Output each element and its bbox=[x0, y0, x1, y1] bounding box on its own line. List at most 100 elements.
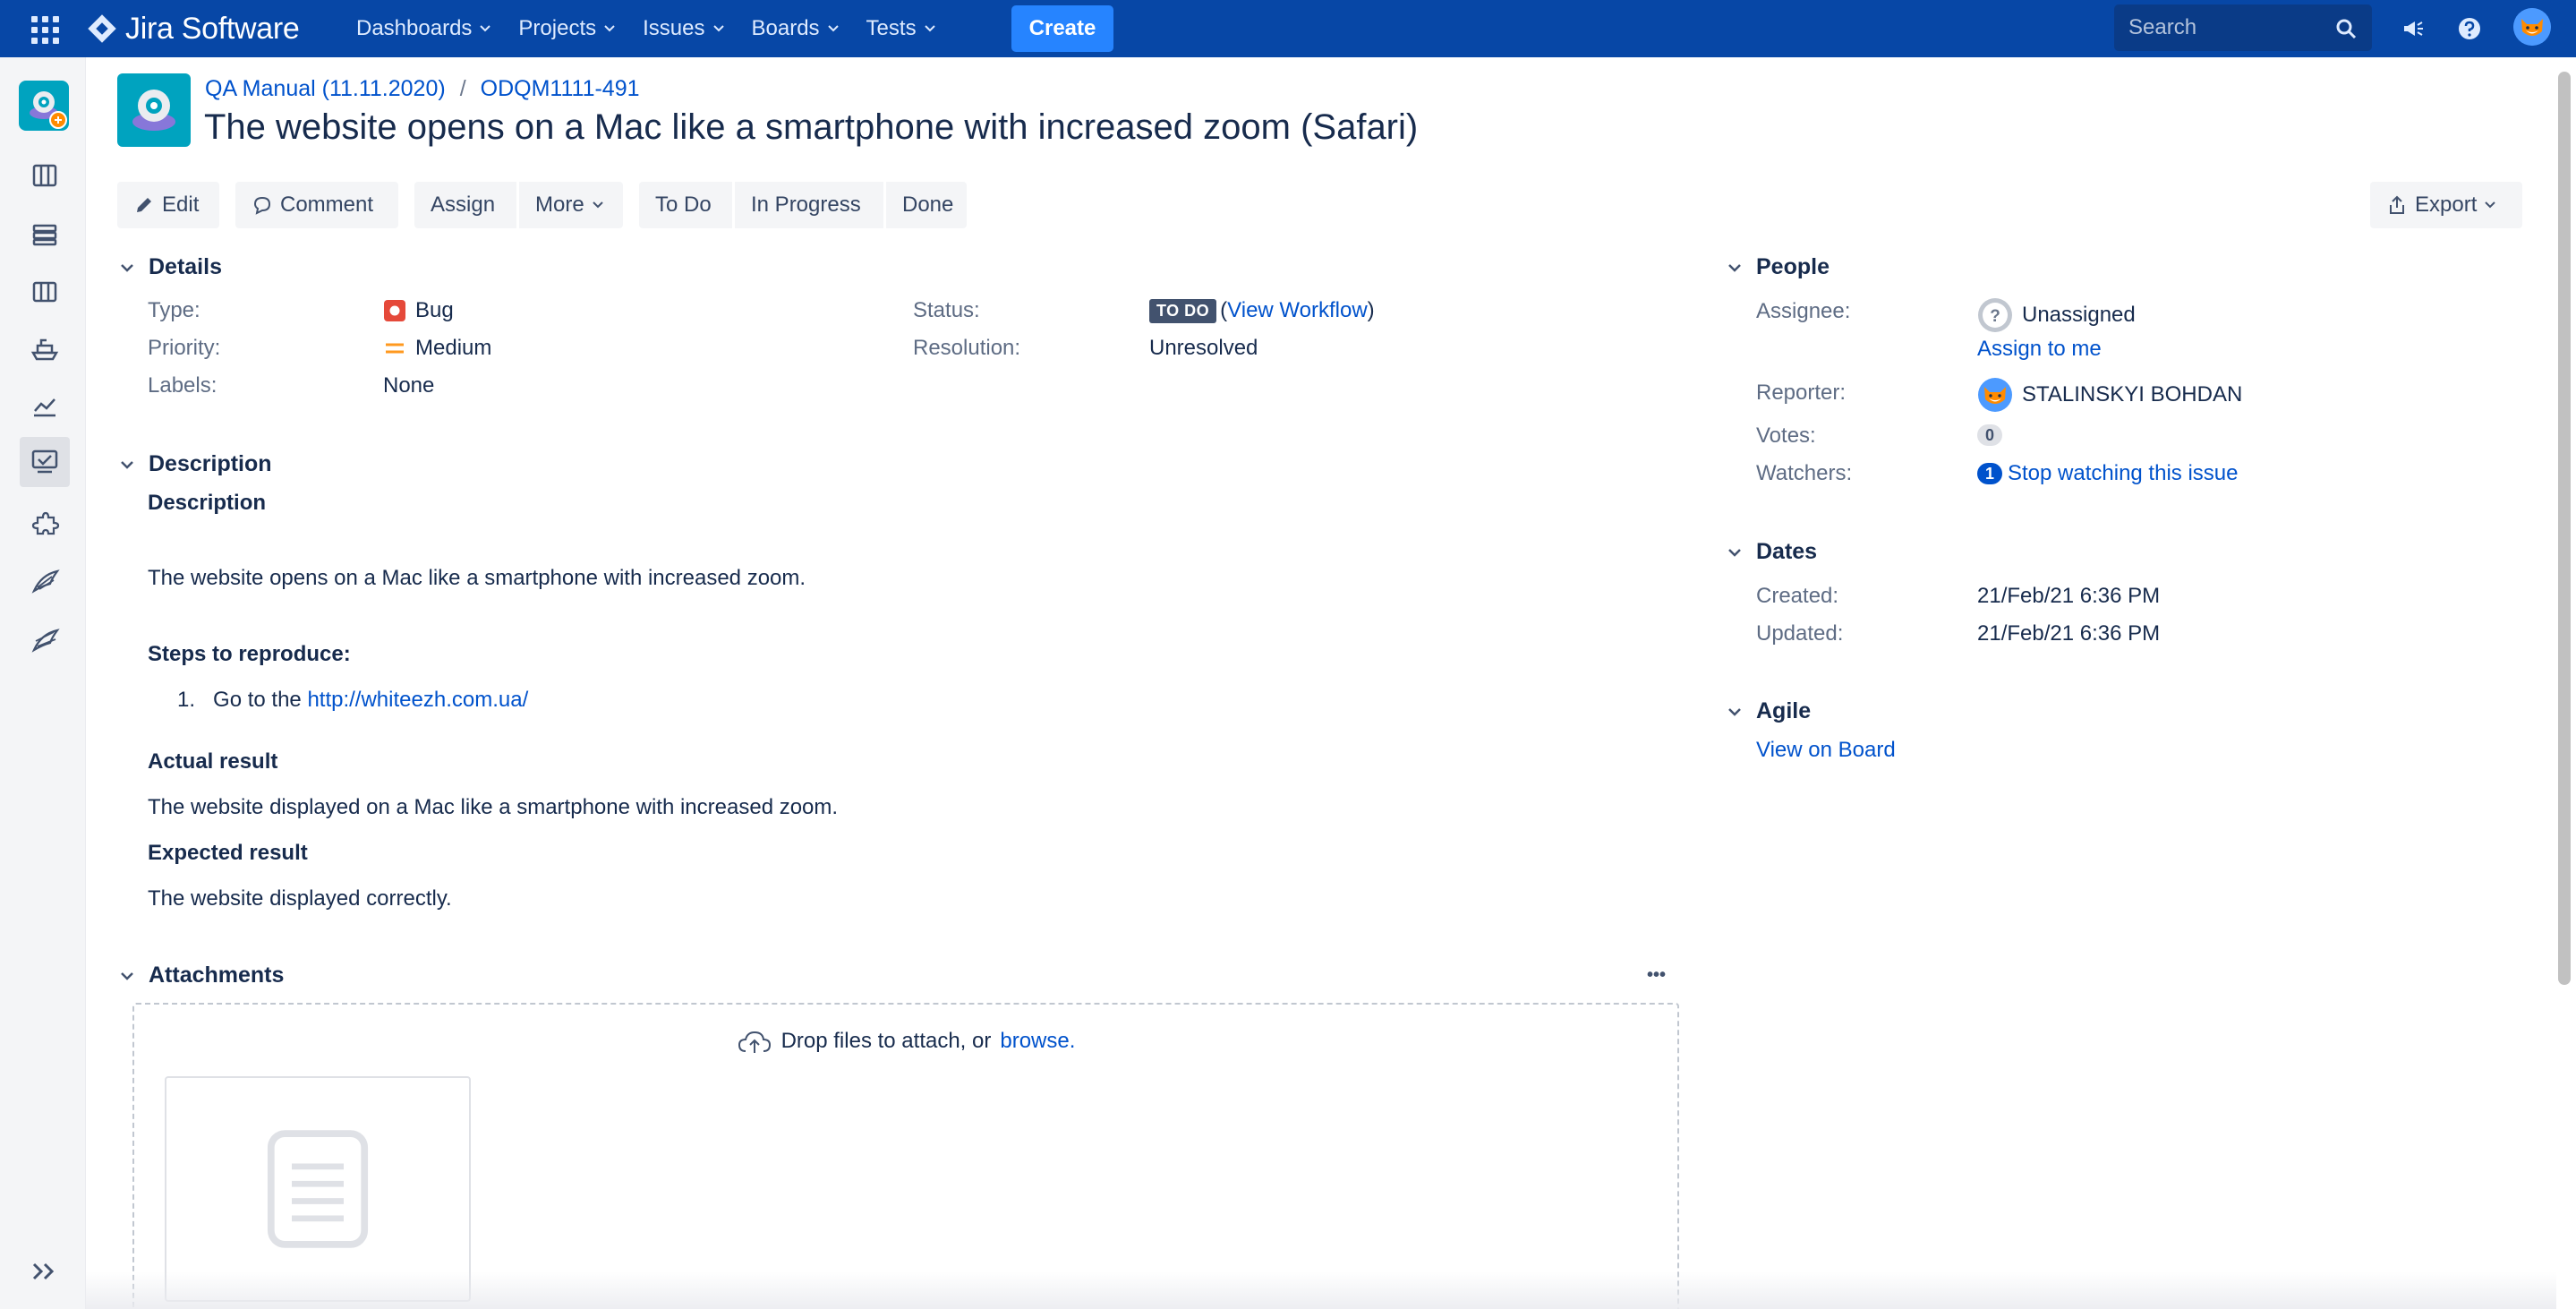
chevron-down-icon bbox=[480, 25, 491, 32]
status-badge: TO DO bbox=[1149, 298, 1217, 323]
labels-value[interactable]: None bbox=[383, 373, 434, 398]
reporter-value[interactable]: STALINSKYI BOHDAN bbox=[1977, 377, 2242, 413]
chevron-down-icon bbox=[712, 25, 724, 32]
view-workflow-link[interactable]: View Workflow bbox=[1227, 298, 1368, 323]
votes-value[interactable]: 0 bbox=[1977, 424, 2002, 446]
fox-avatar-icon bbox=[2513, 8, 2551, 46]
agile-module-header[interactable]: Agile bbox=[1726, 698, 1811, 724]
assign-button[interactable]: Assign bbox=[414, 182, 516, 228]
resolution-value: Unresolved bbox=[1149, 336, 1258, 360]
breadcrumb-issue-key[interactable]: ODQM1111-491 bbox=[481, 76, 640, 102]
project-avatar[interactable] bbox=[19, 81, 69, 131]
issue-project-avatar[interactable] bbox=[117, 73, 191, 147]
help-icon[interactable] bbox=[2453, 13, 2486, 45]
nav-label: Boards bbox=[751, 16, 820, 40]
page-scrollbar[interactable] bbox=[2558, 72, 2571, 985]
browse-link[interactable]: browse. bbox=[1000, 1029, 1075, 1054]
transition-in-progress-button[interactable]: In Progress bbox=[735, 182, 883, 228]
description-subheading: Description bbox=[148, 491, 267, 515]
expand-sidebar-icon[interactable] bbox=[27, 1253, 63, 1289]
dates-module-header[interactable]: Dates bbox=[1726, 539, 1817, 565]
attachment-thumbnail[interactable] bbox=[165, 1076, 471, 1302]
issue-title[interactable]: The website opens on a Mac like a smartp… bbox=[204, 107, 1418, 148]
votes-label: Votes: bbox=[1756, 424, 1816, 448]
stop-watching-link[interactable]: Stop watching this issue bbox=[2008, 461, 2238, 486]
view-on-board-link[interactable]: View on Board bbox=[1756, 738, 1896, 763]
description-summary: The website opens on a Mac like a smartp… bbox=[148, 566, 806, 590]
watchers-count-badge[interactable]: 1 bbox=[1977, 463, 2002, 484]
chevron-down-icon[interactable] bbox=[118, 259, 136, 277]
nav-issues[interactable]: Issues bbox=[643, 16, 724, 41]
comment-button[interactable]: Comment bbox=[235, 182, 398, 228]
notifications-megaphone-icon[interactable] bbox=[2397, 13, 2429, 45]
nav-dashboards[interactable]: Dashboards bbox=[356, 16, 491, 41]
search-box bbox=[2114, 4, 2372, 51]
nav-label: Projects bbox=[518, 16, 597, 40]
chevron-down-icon[interactable] bbox=[1726, 259, 1744, 277]
export-button[interactable]: Export bbox=[2370, 182, 2522, 228]
more-button[interactable]: More bbox=[519, 182, 623, 228]
breadcrumb-project-link[interactable]: QA Manual (11.11.2020) bbox=[205, 76, 446, 102]
updated-label: Updated: bbox=[1756, 621, 1844, 646]
attachments-more-icon[interactable]: ••• bbox=[1647, 965, 1666, 986]
user-avatar[interactable] bbox=[2513, 8, 2551, 46]
jira-diamond-icon bbox=[88, 14, 116, 43]
attachment-dropzone[interactable]: Drop files to attach, or browse. bbox=[132, 1003, 1679, 1309]
nav-label: Tests bbox=[866, 16, 917, 40]
agile-heading: Agile bbox=[1756, 698, 1812, 723]
step-text: Go to the bbox=[213, 688, 302, 712]
chevron-down-icon[interactable] bbox=[118, 967, 136, 985]
priority-value-text: Medium bbox=[415, 336, 492, 360]
search-input[interactable] bbox=[2128, 15, 2325, 40]
nav-tests[interactable]: Tests bbox=[866, 16, 936, 41]
jira-logo[interactable]: Jira Software bbox=[86, 9, 300, 48]
bug-icon bbox=[384, 300, 405, 321]
created-label: Created: bbox=[1756, 584, 1839, 608]
details-module-header[interactable]: Details bbox=[118, 254, 222, 280]
transition-to-do-button[interactable]: To Do bbox=[639, 182, 732, 228]
bottom-fade bbox=[86, 1271, 2556, 1309]
nav-label: Issues bbox=[643, 16, 705, 40]
medium-priority-icon bbox=[386, 343, 404, 354]
edit-button[interactable]: Edit bbox=[117, 182, 219, 228]
attachments-module-header[interactable]: Attachments bbox=[118, 962, 284, 988]
assign-to-me-link[interactable]: Assign to me bbox=[1977, 337, 2102, 362]
comment-label: Comment bbox=[280, 192, 374, 217]
people-module-header[interactable]: People bbox=[1726, 254, 1830, 280]
priority-value: Medium bbox=[383, 336, 491, 361]
app-switcher-icon[interactable] bbox=[30, 14, 59, 44]
export-label: Export bbox=[2415, 192, 2478, 217]
wing-alt-icon[interactable] bbox=[25, 620, 64, 659]
drop-text: Drop files to attach, or bbox=[780, 1029, 992, 1053]
create-button[interactable]: Create bbox=[1011, 5, 1113, 52]
description-module-header[interactable]: Description bbox=[118, 451, 272, 477]
chevron-down-icon[interactable] bbox=[1726, 703, 1744, 721]
chevron-down-icon[interactable] bbox=[1726, 543, 1744, 561]
chevron-down-icon bbox=[827, 25, 839, 32]
chevron-down-icon bbox=[924, 25, 935, 32]
backlog-icon[interactable] bbox=[25, 156, 64, 195]
nav-projects[interactable]: Projects bbox=[518, 16, 616, 41]
ship-icon[interactable] bbox=[25, 329, 64, 369]
paren-open: ( bbox=[1220, 298, 1228, 322]
transition-done-button[interactable]: Done bbox=[886, 182, 967, 228]
board-icon[interactable] bbox=[25, 272, 64, 312]
rocket-robot-icon bbox=[30, 91, 67, 129]
expected-result-text: The website displayed correctly. bbox=[148, 886, 452, 911]
nav-boards[interactable]: Boards bbox=[752, 16, 840, 41]
releases-icon[interactable] bbox=[25, 215, 64, 254]
pencil-icon bbox=[137, 198, 151, 212]
chevron-down-icon[interactable] bbox=[118, 456, 136, 474]
add-ons-icon[interactable] bbox=[25, 505, 64, 544]
document-icon bbox=[267, 1130, 369, 1248]
issue-toolbar: Edit Comment Assign More To Do In Progre… bbox=[117, 182, 967, 232]
svg-text:?: ? bbox=[1990, 307, 2000, 326]
unassigned-avatar-icon: ? bbox=[1978, 298, 2012, 332]
main-nav: Dashboards Projects Issues Boards Tests bbox=[356, 0, 963, 57]
tests-icon[interactable] bbox=[20, 437, 70, 487]
step-url-link[interactable]: http://whiteezh.com.ua/ bbox=[307, 688, 528, 712]
search-icon[interactable] bbox=[2334, 17, 2358, 40]
reports-icon[interactable] bbox=[25, 387, 64, 426]
type-label: Type: bbox=[148, 298, 200, 322]
wing-icon[interactable] bbox=[25, 562, 64, 602]
